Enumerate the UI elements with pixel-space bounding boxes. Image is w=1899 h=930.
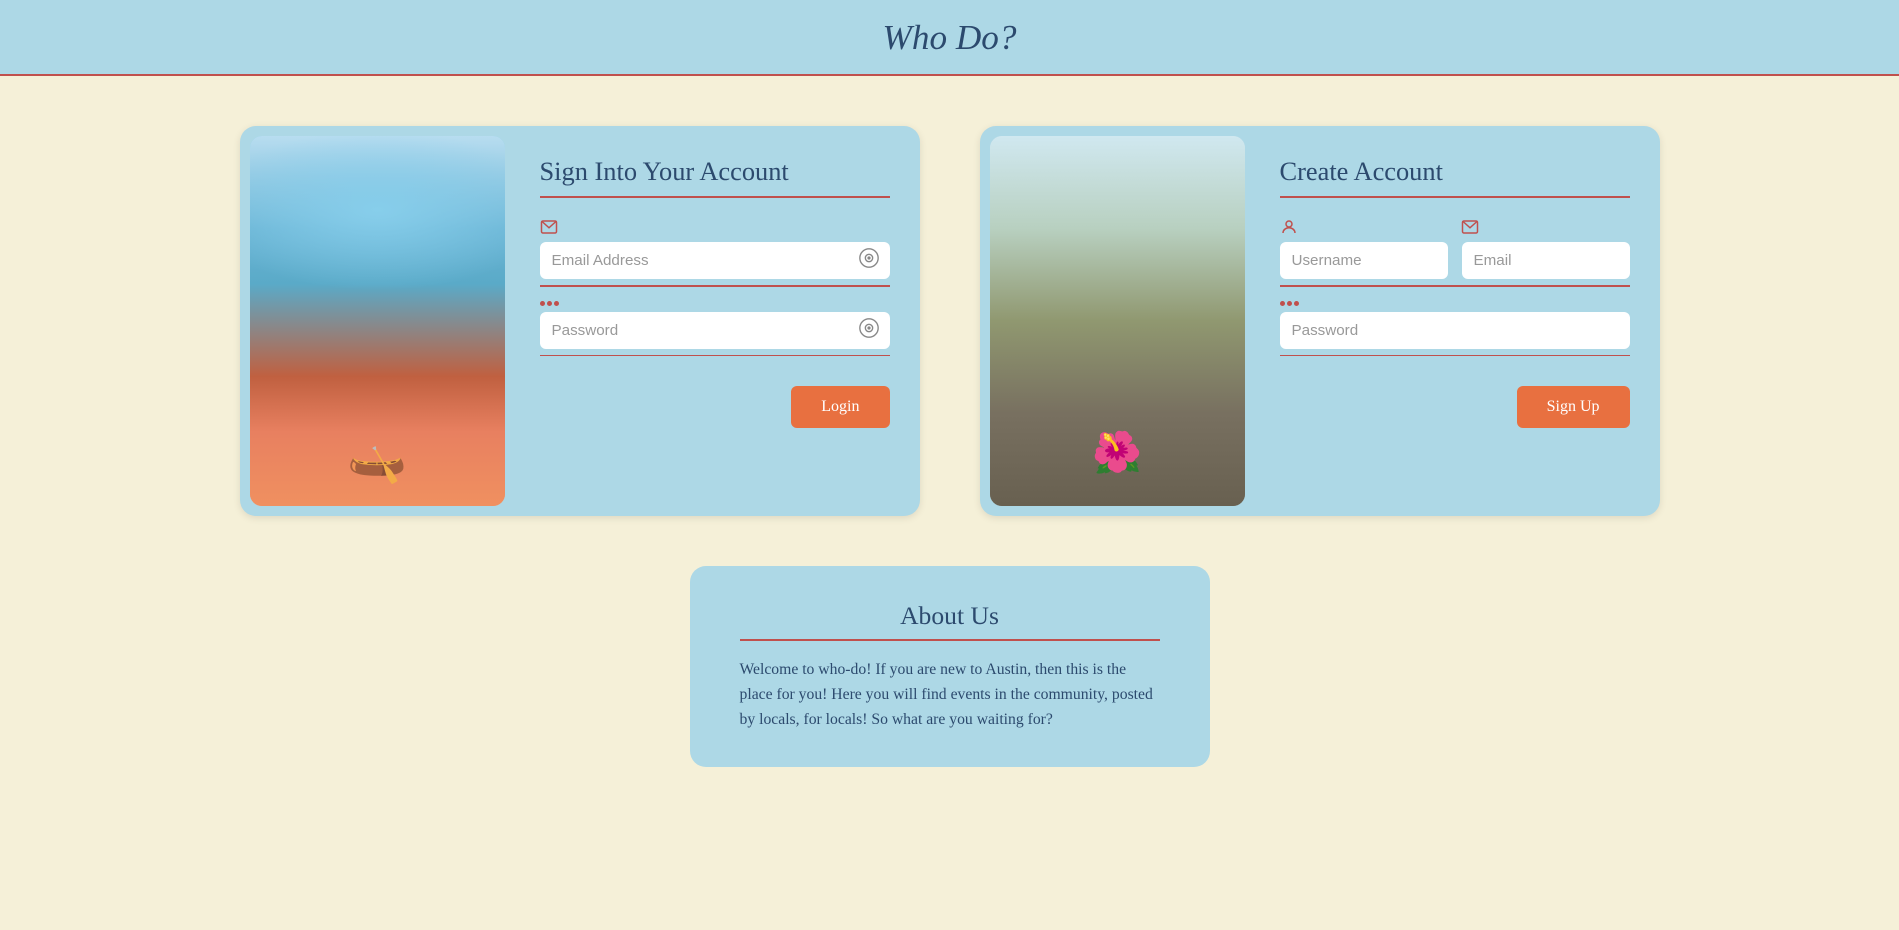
email-input[interactable] [540,242,890,279]
signup-password-dots-icon [1280,301,1299,306]
about-underline [740,639,1160,641]
signup-btn-row: Sign Up [1280,386,1630,428]
signup-password-underline [1280,355,1630,357]
email-icon-row [540,218,890,236]
signup-icons-row [1280,218,1630,236]
email-input-wrapper [540,242,890,279]
password-icon-row [540,301,890,306]
login-btn-row: Login [540,386,890,428]
username-input-wrapper [1280,242,1448,279]
site-header: Who Do? [0,0,1899,76]
signup-password-section [1280,301,1630,357]
user-icon [1280,218,1449,236]
signup-button[interactable]: Sign Up [1517,386,1630,428]
email-field-section [540,218,890,287]
login-card-image [250,136,505,506]
about-text: Welcome to who-do! If you are new to Aus… [740,657,1160,732]
signup-form: Create Account [1255,126,1660,516]
signup-email-input[interactable] [1462,242,1630,279]
signup-password-icon-row [1280,301,1630,306]
about-card: About Us Welcome to who-do! If you are n… [690,566,1210,767]
username-col [1280,242,1448,279]
signup-card: Create Account [980,126,1660,516]
password-input-wrapper [540,312,890,349]
login-title: Sign Into Your Account [540,154,890,188]
password-underline [540,355,890,357]
signup-password-input[interactable] [1280,312,1630,349]
password-input[interactable] [540,312,890,349]
about-section: About Us Welcome to who-do! If you are n… [0,556,1899,807]
username-input[interactable] [1280,242,1448,279]
username-email-underline [1280,285,1630,287]
login-card: Sign Into Your Account [240,126,920,516]
main-content: Sign Into Your Account [0,76,1899,556]
login-title-underline [540,196,890,198]
email-toggle-icon[interactable] [858,247,880,274]
email-underline [540,285,890,287]
email-icon [540,218,558,236]
site-title: Who Do? [0,18,1899,58]
signup-title: Create Account [1280,154,1630,188]
username-email-fields-row [1280,242,1630,279]
login-form: Sign Into Your Account [515,126,920,516]
signup-card-image [990,136,1245,506]
username-email-section [1280,218,1630,287]
signup-email-icon [1461,218,1630,236]
signup-title-underline [1280,196,1630,198]
login-button[interactable]: Login [791,386,889,428]
signup-email-input-wrapper [1462,242,1630,279]
about-title: About Us [740,601,1160,631]
signup-password-input-wrapper [1280,312,1630,349]
password-dots-icon [540,301,559,306]
password-toggle-icon[interactable] [858,317,880,344]
password-field-section [540,301,890,357]
signup-email-col [1462,242,1630,279]
